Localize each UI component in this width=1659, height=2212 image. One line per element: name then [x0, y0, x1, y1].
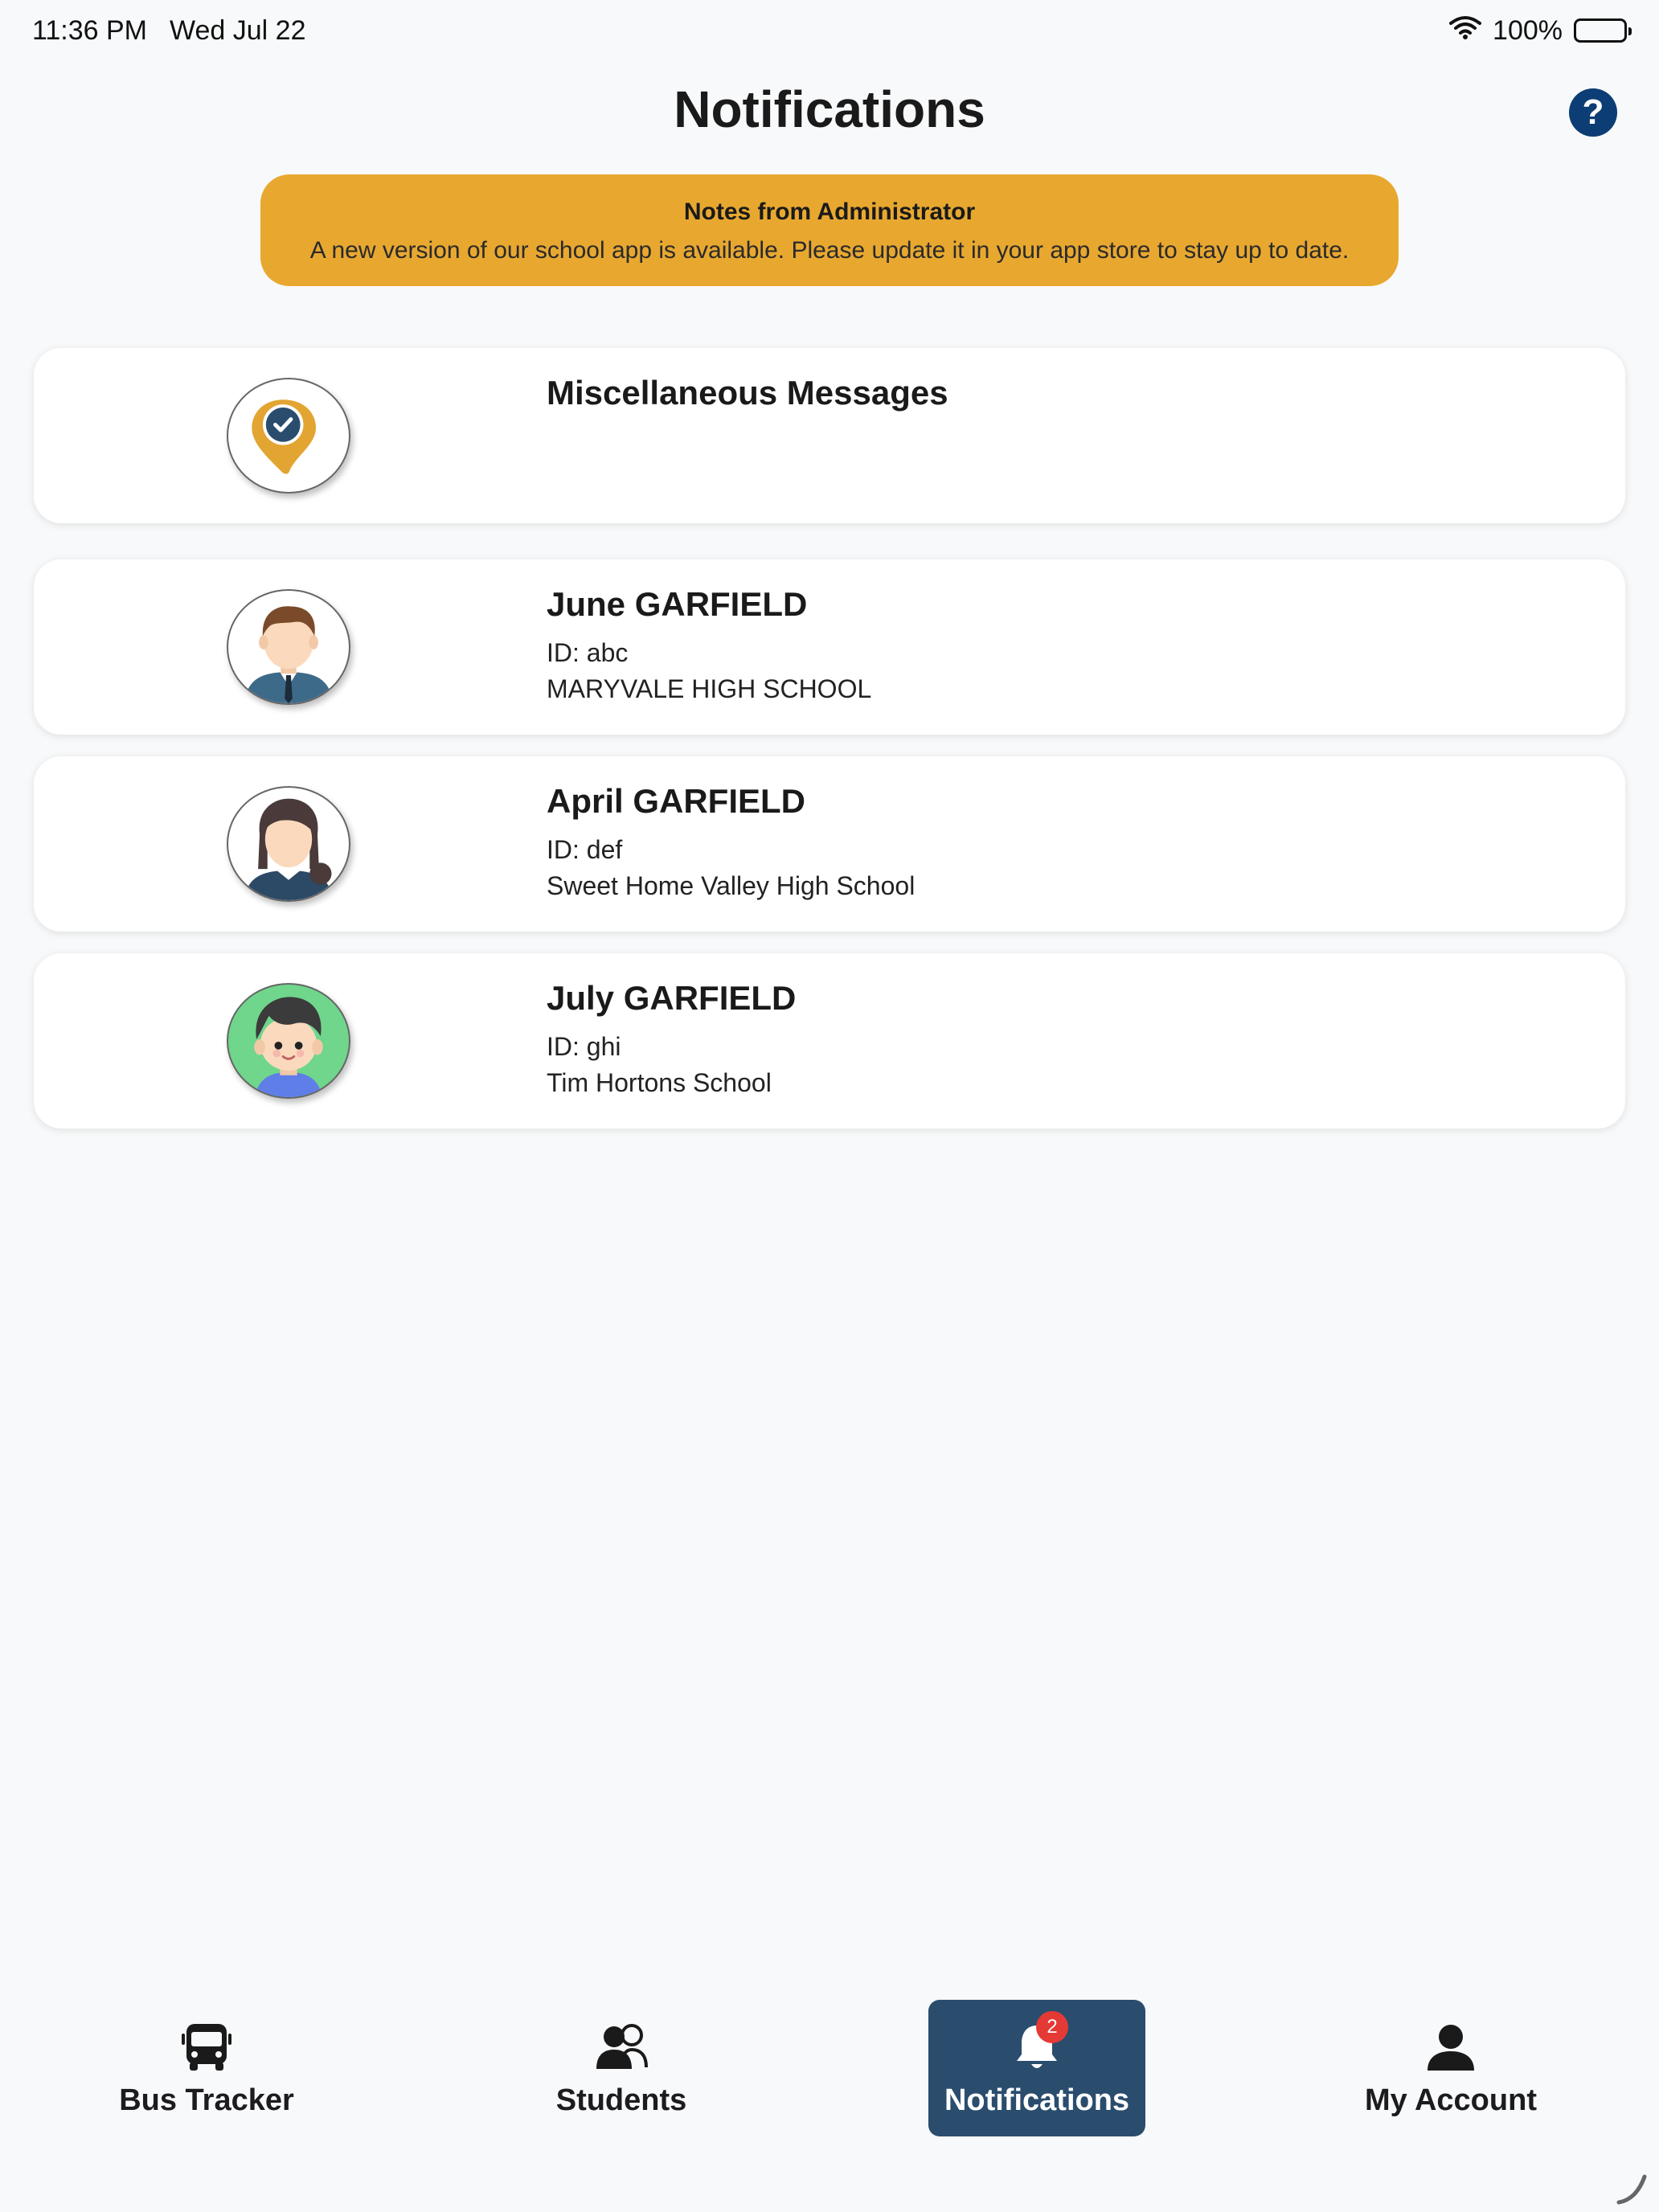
student-card-april[interactable]: April GARFIELD ID: def Sweet Home Valley… — [34, 756, 1625, 932]
card-text: April GARFIELD ID: def Sweet Home Valley… — [547, 782, 915, 901]
student-name: July GARFIELD — [547, 979, 797, 1017]
card-text: June GARFIELD ID: abc MARYVALE HIGH SCHO… — [547, 585, 871, 704]
misc-messages-card[interactable]: Miscellaneous Messages — [34, 348, 1625, 523]
bus-icon — [178, 2019, 235, 2075]
nav-my-account[interactable]: My Account — [1342, 2000, 1559, 2136]
wifi-icon — [1449, 15, 1482, 47]
location-check-icon — [227, 378, 350, 494]
admin-notes-text: A new version of our school app is avail… — [309, 237, 1350, 264]
student-school: MARYVALE HIGH SCHOOL — [547, 674, 872, 703]
header: Notifications ? — [0, 77, 1659, 141]
students-icon — [593, 2019, 649, 2075]
person-icon — [1423, 2019, 1479, 2075]
kid-avatar — [227, 983, 350, 1099]
nav-label: Students — [555, 2083, 687, 2117]
battery-icon — [1574, 18, 1632, 43]
card-text: July GARFIELD ID: ghi Tim Hortons School — [547, 979, 796, 1098]
card-text: Miscellaneous Messages — [547, 374, 948, 412]
boy-student-avatar — [227, 589, 350, 705]
nav-students[interactable]: Students — [513, 2000, 730, 2136]
bottom-nav: Bus Tracker Students 2 Notifications My … — [0, 2000, 1659, 2136]
student-name: June GARFIELD — [547, 585, 808, 623]
nav-notifications[interactable]: 2 Notifications — [928, 2000, 1145, 2136]
student-id: ID: ghi — [547, 1032, 621, 1061]
status-time: 11:36 PM — [32, 14, 148, 46]
swipe-corner-icon — [1614, 2170, 1649, 2206]
nav-label: Notifications — [944, 2083, 1130, 2117]
student-card-july[interactable]: July GARFIELD ID: ghi Tim Hortons School — [34, 953, 1625, 1129]
student-id: ID: def — [547, 835, 623, 864]
card-title: Miscellaneous Messages — [547, 374, 948, 412]
nav-label: My Account — [1365, 2083, 1537, 2117]
girl-student-avatar — [227, 786, 350, 902]
notification-badge: 2 — [1036, 2010, 1068, 2043]
nav-bus-tracker[interactable]: Bus Tracker — [98, 2000, 315, 2136]
status-date: Wed Jul 22 — [170, 14, 306, 46]
notifications-screen: 11:36 PM Wed Jul 22 100% Notifications ?… — [0, 0, 1659, 2212]
admin-notes-banner: Notes from Administrator A new version o… — [260, 174, 1399, 286]
admin-notes-title: Notes from Administrator — [683, 199, 976, 225]
student-name: April GARFIELD — [547, 782, 805, 820]
battery-percent: 100% — [1493, 14, 1563, 46]
student-card-june[interactable]: June GARFIELD ID: abc MARYVALE HIGH SCHO… — [34, 559, 1625, 735]
bell-icon: 2 — [1009, 2010, 1068, 2075]
status-right: 100% — [1449, 14, 1632, 47]
student-school: Sweet Home Valley High School — [547, 871, 916, 900]
page-title: Notifications — [674, 80, 985, 138]
student-id: ID: abc — [547, 638, 629, 667]
help-button[interactable]: ? — [1569, 88, 1617, 137]
student-school: Tim Hortons School — [547, 1068, 772, 1097]
status-left: 11:36 PM Wed Jul 22 — [32, 15, 305, 47]
status-bar: 11:36 PM Wed Jul 22 100% — [0, 0, 1659, 61]
nav-label: Bus Tracker — [119, 2083, 294, 2117]
